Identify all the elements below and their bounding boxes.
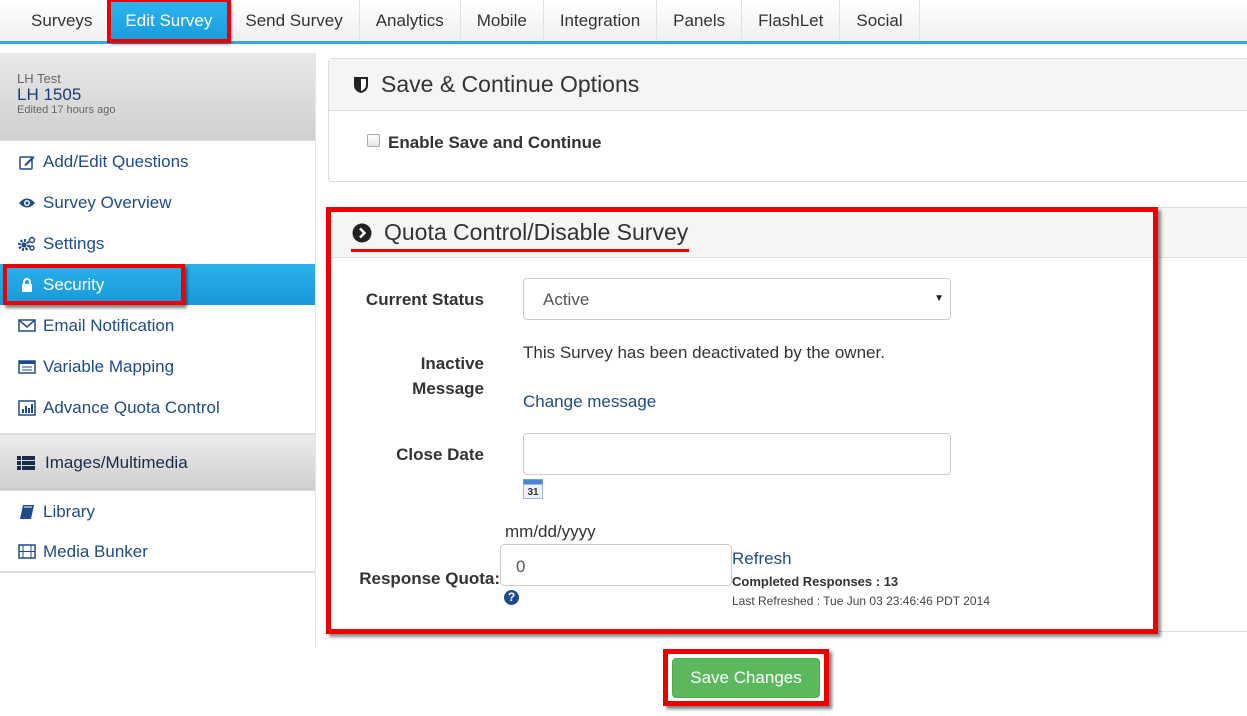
- title-underline: [351, 249, 689, 252]
- last-refreshed: Last Refreshed : Tue Jun 03 23:46:46 PDT…: [732, 594, 990, 608]
- help-icon[interactable]: ?: [504, 590, 519, 605]
- highlight-box: Save Changes: [663, 649, 829, 706]
- response-quota-label: Response Quota:: [359, 569, 500, 588]
- caret-down-icon: ▼: [934, 293, 944, 304]
- survey-folder: LH Test: [17, 71, 61, 86]
- refresh-link[interactable]: Refresh: [732, 549, 792, 569]
- change-message-link[interactable]: Change message: [523, 392, 656, 412]
- book-icon: [17, 504, 37, 520]
- sidebar-item-advance-quota-control[interactable]: Advance Quota Control: [0, 387, 315, 428]
- sidebar: LH Test LH 1505 Edited 17 hours ago Add/…: [0, 53, 316, 648]
- gears-icon: [17, 236, 37, 252]
- lock-icon: [17, 277, 37, 292]
- close-date-label: Close Date: [396, 445, 484, 464]
- tab-social[interactable]: Social: [840, 0, 920, 41]
- panel-title: Save & Continue Options: [381, 71, 640, 97]
- sidebar-item-label: Settings: [43, 233, 105, 253]
- bar-chart-icon: [17, 399, 37, 416]
- completed-responses: Completed Responses : 13: [732, 574, 899, 589]
- sidebar-item-label: Security: [43, 274, 105, 294]
- eye-icon: [17, 197, 37, 209]
- th-list-icon: [17, 455, 37, 470]
- sidebar-item-add-edit-questions[interactable]: Add/Edit Questions: [0, 141, 315, 182]
- panel-title: Quota Control/Disable Survey: [384, 219, 689, 245]
- sidebar-item-label: Survey Overview: [43, 192, 172, 212]
- current-status-label: Current Status: [365, 290, 484, 309]
- sidebar-item-media-bunker[interactable]: Media Bunker: [0, 532, 315, 573]
- tab-panels[interactable]: Panels: [657, 0, 743, 41]
- sidebar-item-label: Variable Mapping: [43, 356, 175, 376]
- checkbox-label: Enable Save and Continue: [388, 133, 602, 152]
- chevron-circle-right-icon: [352, 223, 372, 243]
- current-status-select[interactable]: Active ▼: [523, 278, 951, 320]
- tab-integration[interactable]: Integration: [544, 0, 658, 41]
- close-date-input[interactable]: [523, 433, 951, 475]
- label-line: Message: [412, 379, 484, 398]
- save-continue-panel: Save & Continue Options Enable Save and …: [328, 58, 1247, 182]
- panel-header: Save & Continue Options: [329, 59, 1247, 111]
- edit-icon: [17, 154, 37, 170]
- select-value: Active: [543, 290, 590, 309]
- sidebar-item-settings[interactable]: Settings: [0, 223, 315, 264]
- enable-save-continue-row: Enable Save and Continue: [367, 133, 602, 153]
- envelope-icon: [17, 319, 37, 332]
- inactive-message-text: This Survey has been deactivated by the …: [523, 343, 885, 362]
- top-nav: Surveys Edit Survey Send Survey Analytic…: [0, 0, 1247, 44]
- tab-edit-survey[interactable]: Edit Survey: [107, 0, 232, 43]
- sidebar-item-survey-overview[interactable]: Survey Overview: [0, 182, 315, 223]
- tab-surveys[interactable]: Surveys: [0, 0, 110, 41]
- tab-send-survey[interactable]: Send Survey: [229, 0, 360, 41]
- tab-mobile[interactable]: Mobile: [461, 0, 544, 41]
- sidebar-item-variable-mapping[interactable]: Variable Mapping: [0, 346, 315, 387]
- calendar-icon[interactable]: 31: [523, 479, 543, 499]
- sidebar-item-email-notification[interactable]: Email Notification: [0, 305, 315, 346]
- sidebar-item-label: Email Notification: [43, 315, 175, 335]
- list-icon: [17, 359, 37, 374]
- response-quota-input[interactable]: 0: [500, 544, 732, 586]
- enable-save-continue-checkbox[interactable]: [367, 133, 380, 147]
- date-format-hint: mm/dd/yyyy: [505, 522, 596, 541]
- sidebar-item-label: Advance Quota Control: [43, 397, 220, 417]
- calendar-day: 31: [527, 487, 539, 498]
- label-line: Inactive: [420, 354, 484, 373]
- tab-analytics[interactable]: Analytics: [360, 0, 461, 41]
- sidebar-section-images-multimedia[interactable]: Images/Multimedia: [0, 433, 315, 491]
- sidebar-item-label: Add/Edit Questions: [43, 151, 189, 171]
- survey-name: LH 1505: [17, 85, 82, 104]
- inactive-message-label: Inactive Message: [340, 351, 484, 401]
- sidebar-item-library[interactable]: Library: [0, 491, 315, 532]
- sidebar-item-security[interactable]: Security: [0, 264, 315, 305]
- sidebar-section-label: Images/Multimedia: [45, 452, 188, 472]
- sidebar-item-label: Media Bunker: [43, 541, 148, 561]
- film-icon: [17, 544, 37, 559]
- save-changes-button[interactable]: Save Changes: [672, 658, 820, 698]
- sidebar-item-label: Library: [43, 501, 95, 521]
- shield-icon: [353, 76, 369, 94]
- survey-edited-time: Edited 17 hours ago: [17, 104, 116, 116]
- tab-flashlet[interactable]: FlashLet: [742, 0, 841, 41]
- survey-header: LH Test LH 1505 Edited 17 hours ago: [0, 53, 315, 141]
